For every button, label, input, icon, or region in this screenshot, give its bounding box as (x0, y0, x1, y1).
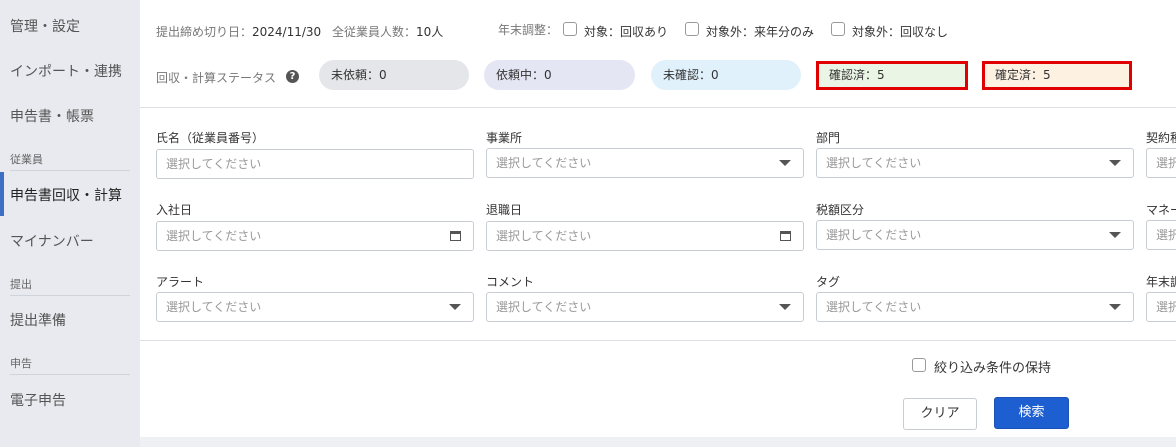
search-button[interactable]: 検索 (994, 397, 1069, 429)
employee-count-value: 10人 (416, 25, 444, 39)
deadline-value: 2024/11/30 (252, 25, 322, 39)
alert-select-placeholder: 選択してください (166, 300, 262, 314)
filter-label-hire-date: 入社日 (156, 203, 193, 217)
deadline-label: 提出締め切り日： (156, 25, 253, 39)
calendar-icon[interactable] (780, 231, 791, 241)
sidebar-item-forms[interactable]: 申告書・帳票 (10, 106, 94, 126)
keep-conditions-label[interactable]: 絞り込み条件の保持 (934, 357, 1051, 376)
chevron-down-icon (449, 304, 461, 310)
tag-select[interactable]: 選択してください (816, 292, 1134, 322)
status-pill-not-requested[interactable]: 未依頼：0 (319, 60, 469, 90)
filter-label-contract: 契約種 (1146, 131, 1176, 145)
comment-select[interactable]: 選択してください (486, 292, 804, 322)
option-target-collect-checkbox[interactable] (563, 22, 577, 36)
sidebar-item-e-filing[interactable]: 電子申告 (10, 390, 66, 410)
filter-label-tax-category: 税額区分 (816, 203, 865, 217)
divider (140, 340, 1176, 341)
sidebar-item-my-number[interactable]: マイナンバー (10, 231, 94, 251)
option-target-collect-label[interactable]: 対象：回収あり (584, 23, 668, 40)
chevron-down-icon (1109, 160, 1121, 166)
clear-button[interactable]: クリア (903, 398, 977, 430)
bottom-divider (140, 437, 1176, 447)
keep-conditions-checkbox[interactable] (912, 358, 926, 372)
filter-label-tag: タグ (816, 275, 841, 289)
sidebar-item-import[interactable]: インポート・連携 (10, 61, 122, 81)
department-select[interactable]: 選択してください (816, 148, 1134, 178)
help-icon[interactable]: ? (286, 70, 299, 83)
name-input[interactable]: 選択してください (156, 149, 474, 179)
filter-label-year-end: 年末調 (1146, 275, 1176, 289)
comment-select-placeholder: 選択してください (496, 300, 592, 314)
status-pill-requesting[interactable]: 依頼中：0 (484, 60, 635, 90)
option-no-collect-checkbox[interactable] (831, 22, 845, 36)
sidebar-divider (10, 295, 130, 296)
sidebar: 管理・設定 インポート・連携 申告書・帳票 従業員 申告書回収・計算 マイナンバ… (0, 0, 140, 447)
divider (140, 107, 1176, 108)
status-label: 回収・計算ステータス (156, 71, 277, 85)
filter-label-department: 部門 (816, 131, 841, 145)
chevron-down-icon (779, 160, 791, 166)
sidebar-item-submission-prep[interactable]: 提出準備 (10, 310, 66, 330)
option-no-collect-label[interactable]: 対象外：回収なし (852, 23, 948, 40)
chevron-down-icon (1109, 304, 1121, 310)
sidebar-item-collection-calculation[interactable]: 申告書回収・計算 (10, 185, 122, 205)
main-content: 提出締め切り日：2024/11/30 全従業員人数：10人 年末調整： 対象：回… (140, 0, 1176, 447)
deadline-info: 提出締め切り日：2024/11/30 (156, 23, 321, 40)
year-end-label: 年末調整： (498, 23, 559, 37)
sidebar-section-filing: 申告 (10, 357, 32, 370)
sidebar-divider (10, 374, 130, 375)
sidebar-section-submission: 提出 (10, 278, 32, 291)
sidebar-active-indicator (0, 172, 4, 216)
alert-select[interactable]: 選択してください (156, 292, 474, 322)
office-select-placeholder: 選択してください (496, 156, 592, 170)
tax-category-select[interactable]: 選択してください (816, 220, 1134, 250)
sidebar-divider (10, 170, 130, 171)
year-end-select[interactable]: 選択 (1146, 292, 1176, 322)
contract-select[interactable]: 選択 (1146, 148, 1176, 178)
filter-label-name: 氏名（従業員番号） (156, 131, 265, 145)
filter-label-comment: コメント (486, 275, 535, 289)
status-pill-finalized[interactable]: 確定済：5 (982, 61, 1132, 90)
filter-label-retire-date: 退職日 (486, 203, 523, 217)
retire-date-placeholder: 選択してください (496, 229, 592, 243)
tag-select-placeholder: 選択してください (826, 300, 922, 314)
filter-label-money: マネー (1146, 203, 1176, 217)
hire-date-input[interactable]: 選択してください (156, 221, 474, 251)
employee-count-info: 全従業員人数：10人 (332, 23, 443, 40)
status-pill-confirmed[interactable]: 確認済：5 (816, 61, 968, 90)
option-next-year-label[interactable]: 対象外：来年分のみ (706, 23, 814, 40)
sidebar-item-settings[interactable]: 管理・設定 (10, 16, 80, 36)
chevron-down-icon (1109, 232, 1121, 238)
retire-date-input[interactable]: 選択してください (486, 221, 804, 251)
employee-count-label: 全従業員人数： (332, 25, 417, 39)
filter-label-alert: アラート (156, 275, 205, 289)
money-select[interactable]: 選択 (1146, 220, 1176, 250)
office-select[interactable]: 選択してください (486, 148, 804, 178)
chevron-down-icon (779, 304, 791, 310)
hire-date-placeholder: 選択してください (166, 229, 262, 243)
tax-category-placeholder: 選択してください (826, 228, 922, 242)
sidebar-section-employees: 従業員 (10, 153, 43, 166)
status-pill-unconfirmed[interactable]: 未確認：0 (651, 60, 801, 90)
option-next-year-checkbox[interactable] (685, 22, 699, 36)
filter-label-office: 事業所 (486, 131, 523, 145)
department-select-placeholder: 選択してください (826, 156, 922, 170)
calendar-icon[interactable] (450, 231, 461, 241)
